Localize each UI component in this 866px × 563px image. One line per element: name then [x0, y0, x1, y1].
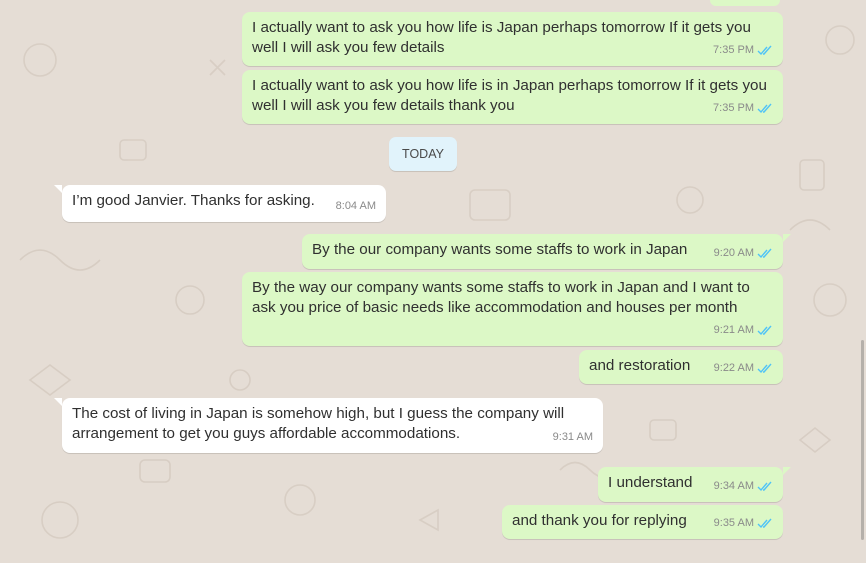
scrollbar[interactable]: [861, 340, 864, 540]
message-meta: 7:35 PM: [713, 40, 773, 60]
message-text: By the our company wants some staffs to …: [312, 241, 688, 258]
message-time: 7:35 PM: [713, 44, 754, 56]
previous-message-fragment: [710, 0, 780, 6]
message-time: 8:04 AM: [335, 200, 376, 212]
bubble-tail: [783, 234, 791, 242]
bubble-tail: [783, 12, 791, 20]
bubble-tail: [783, 467, 791, 475]
double-check-icon: [757, 45, 772, 55]
message-meta: 9:31 AM: [553, 427, 593, 447]
double-check-icon: [757, 248, 772, 258]
message-time: 9:34 AM: [713, 480, 754, 492]
message-text: The cost of living in Japan is somehow h…: [72, 405, 565, 442]
message-meta: 8:04 AM: [336, 196, 376, 216]
message-time: 9:31 AM: [552, 431, 593, 443]
message-time: 9:22 AM: [713, 362, 754, 374]
message-text: I actually want to ask you how life is i…: [252, 77, 767, 114]
message-text: I actually want to ask you how life is J…: [252, 19, 751, 56]
double-check-icon: [757, 325, 772, 335]
bubble-tail: [54, 185, 62, 193]
message-outgoing[interactable]: I actually want to ask you how life is J…: [242, 12, 783, 66]
message-time: 9:20 AM: [713, 247, 754, 259]
message-outgoing[interactable]: and thank you for replying 9:35 AM: [502, 505, 783, 539]
double-check-icon: [757, 363, 772, 373]
message-incoming[interactable]: I’m good Janvier. Thanks for asking. 8:0…: [54, 185, 386, 222]
chat-panel[interactable]: I actually want to ask you how life is J…: [0, 0, 866, 563]
message-meta: 9:22 AM: [714, 358, 773, 378]
message-text: By the way our company wants some staffs…: [252, 279, 750, 316]
bubble-tail: [54, 398, 62, 406]
double-check-icon: [757, 518, 772, 528]
message-time: 9:21 AM: [713, 324, 754, 336]
message-meta: 9:20 AM: [714, 243, 773, 263]
message-meta: 7:35 PM: [713, 98, 773, 118]
message-outgoing[interactable]: I understand 9:34 AM: [598, 467, 791, 502]
double-check-icon: [757, 103, 772, 113]
message-meta: 9:21 AM: [714, 320, 773, 340]
message-text: I’m good Janvier. Thanks for asking.: [72, 192, 315, 209]
message-meta: 9:34 AM: [714, 476, 773, 496]
message-outgoing[interactable]: By the way our company wants some staffs…: [242, 272, 783, 346]
message-outgoing[interactable]: I actually want to ask you how life is i…: [242, 70, 783, 124]
message-outgoing[interactable]: By the our company wants some staffs to …: [302, 234, 791, 269]
message-meta: 9:35 AM: [714, 513, 773, 533]
message-time: 9:35 AM: [713, 517, 754, 529]
double-check-icon: [757, 481, 772, 491]
message-incoming[interactable]: The cost of living in Japan is somehow h…: [54, 398, 603, 453]
message-time: 7:35 PM: [713, 102, 754, 114]
message-outgoing[interactable]: and restoration 9:22 AM: [579, 350, 783, 384]
date-separator: TODAY: [389, 137, 457, 171]
